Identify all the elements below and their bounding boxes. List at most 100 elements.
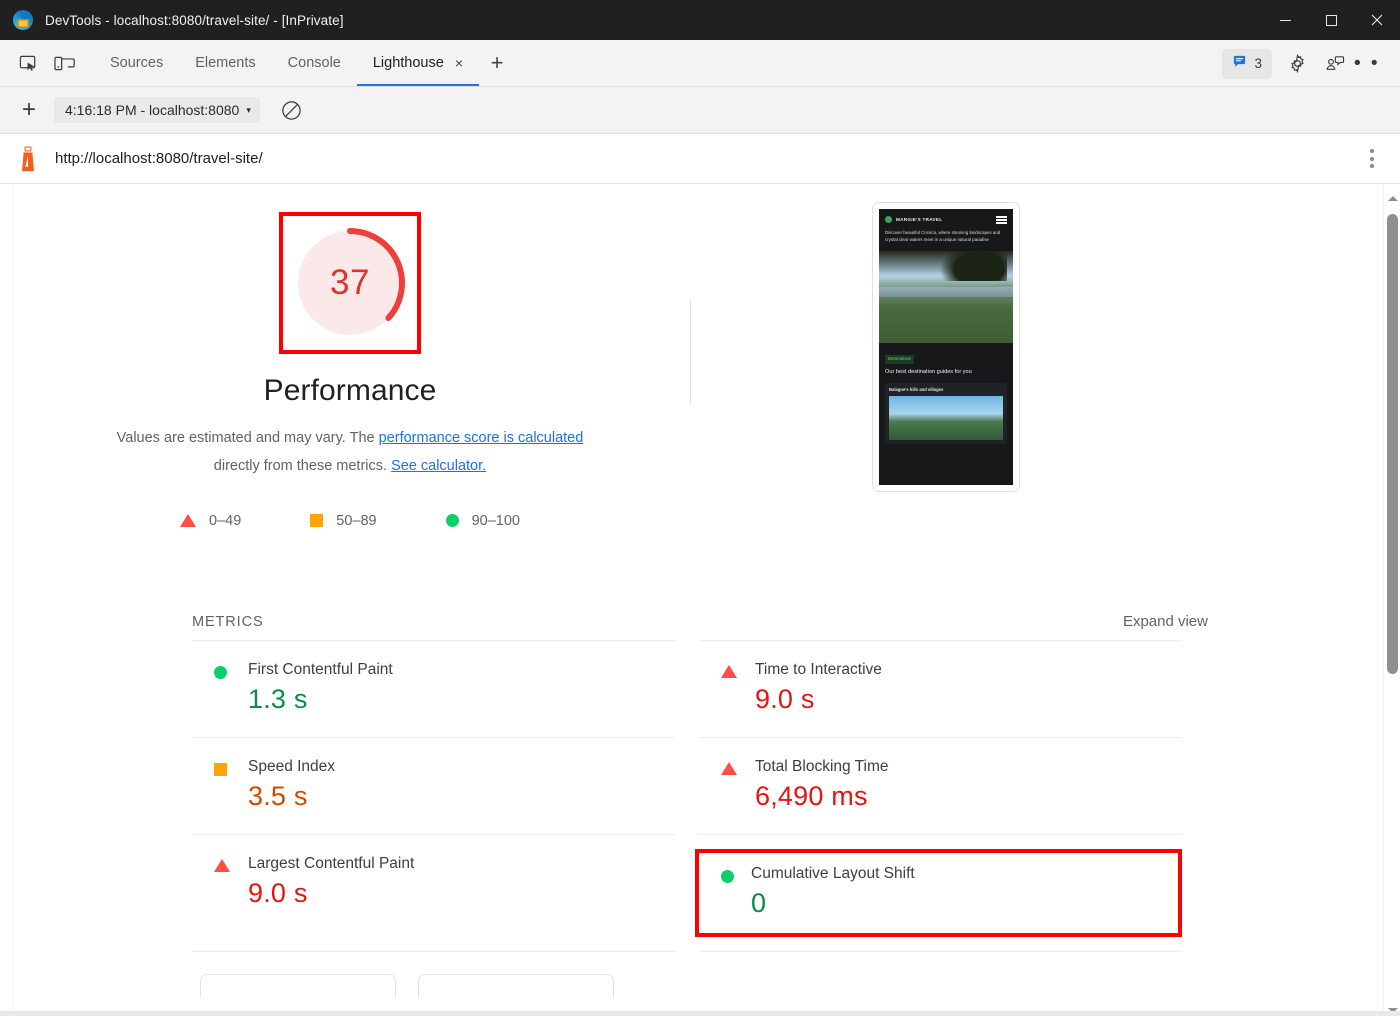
- devtools-toolbar-right: 3 • • •: [1222, 40, 1392, 87]
- thumb-logo-icon: [885, 216, 892, 223]
- inspect-element-icon[interactable]: [10, 40, 46, 86]
- metric-name: First Contentful Paint: [248, 661, 675, 679]
- lighthouse-icon: [18, 146, 38, 172]
- metric-name: Speed Index: [248, 758, 675, 776]
- window-controls: [1262, 0, 1400, 40]
- metrics-title: METRICS: [192, 614, 264, 630]
- message-bubble-icon: [1232, 54, 1247, 74]
- edge-devtools-icon: [13, 10, 33, 30]
- metric-row[interactable]: Largest Contentful Paint 9.0 s: [192, 834, 675, 931]
- messages-badge[interactable]: 3: [1222, 49, 1272, 79]
- scroll-up-arrow[interactable]: [1384, 190, 1400, 207]
- filmstrip-card[interactable]: [418, 974, 614, 998]
- metrics-section: METRICS Expand view First Contentful Pai…: [0, 613, 1400, 949]
- tab-elements-label: Elements: [195, 55, 255, 71]
- filmstrip-card[interactable]: [200, 974, 396, 998]
- circle-swatch-icon: [446, 514, 459, 527]
- metric-name: Total Blocking Time: [755, 758, 1182, 776]
- add-panel-button[interactable]: +: [479, 40, 515, 86]
- clear-all-icon[interactable]: [280, 99, 303, 122]
- messages-count: 3: [1254, 56, 1262, 71]
- devtools-tabs: Sources Elements Console Lighthouse × +: [94, 40, 515, 86]
- disclaimer-part-2: directly from these metrics.: [214, 458, 391, 474]
- metric-value: 6,490 ms: [755, 781, 1182, 812]
- legend-label-fail: 0–49: [209, 513, 241, 529]
- triangle-swatch-icon: [721, 762, 737, 775]
- close-icon[interactable]: ×: [455, 56, 463, 70]
- thumb-brand: MARGIE'S TRAVEL: [896, 216, 942, 223]
- device-toolbar-icon[interactable]: [46, 40, 82, 86]
- metrics-column-right: Time to Interactive 9.0 s Total Blocking…: [699, 640, 1182, 949]
- run-selector-value: 4:16:18 PM - localhost:8080: [65, 102, 239, 118]
- final-screenshot-section: MARGIE'S TRAVEL Discover beautiful Corsi…: [700, 208, 1400, 529]
- legend-item-fail: 0–49: [180, 513, 241, 529]
- metric-row[interactable]: First Contentful Paint 1.3 s: [192, 640, 675, 737]
- performance-gauge[interactable]: 37: [292, 225, 408, 341]
- thumb-nav: MARGIE'S TRAVEL: [879, 209, 1013, 228]
- report-scroll-area: 37 Performance Values are estimated and …: [0, 184, 1400, 1016]
- performance-score-link[interactable]: performance score is calculated: [379, 430, 584, 446]
- metric-row-highlighted[interactable]: Cumulative Layout Shift 0: [699, 834, 1182, 949]
- triangle-swatch-icon: [721, 665, 737, 678]
- see-calculator-link[interactable]: See calculator.: [391, 458, 486, 474]
- square-swatch-icon: [310, 514, 323, 527]
- run-selector[interactable]: 4:16:18 PM - localhost:8080 ▾: [54, 97, 260, 123]
- thumb-card-title: Balagne's hills and villages: [889, 387, 1003, 394]
- metrics-header: METRICS Expand view: [192, 613, 1208, 640]
- window-title: DevTools - localhost:8080/travel-site/ -…: [45, 13, 344, 28]
- metric-value: 9.0 s: [755, 684, 1182, 715]
- thumb-card-image: [889, 396, 1003, 440]
- metric-value: 1.3 s: [248, 684, 675, 715]
- metrics-column-left: First Contentful Paint 1.3 s Speed Index…: [192, 640, 675, 949]
- report-hero: 37 Performance Values are estimated and …: [0, 184, 1400, 529]
- tab-lighthouse[interactable]: Lighthouse ×: [357, 40, 479, 86]
- metric-row[interactable]: Speed Index 3.5 s: [192, 737, 675, 834]
- kebab-menu-icon[interactable]: [1370, 149, 1374, 168]
- square-swatch-icon: [214, 763, 227, 776]
- legend-label-pass: 90–100: [472, 513, 520, 529]
- metric-name: Largest Contentful Paint: [248, 855, 675, 873]
- triangle-swatch-icon: [180, 514, 196, 527]
- thumb-section-chip: Destinations: [885, 355, 914, 365]
- thumb-section-heading: Our best destination guides for you: [885, 368, 1007, 377]
- tab-console[interactable]: Console: [272, 40, 357, 86]
- legend-item-pass: 90–100: [446, 513, 520, 529]
- legend-label-average: 50–89: [336, 513, 376, 529]
- tab-elements[interactable]: Elements: [179, 40, 271, 86]
- thumb-tagline: Discover beautiful Corsica, where stunni…: [879, 228, 1013, 251]
- circle-swatch-icon: [214, 666, 227, 679]
- new-audit-button[interactable]: +: [12, 96, 46, 124]
- tab-sources[interactable]: Sources: [94, 40, 179, 86]
- metric-value: 9.0 s: [248, 878, 675, 909]
- gear-icon[interactable]: [1278, 45, 1316, 83]
- tab-console-label: Console: [288, 55, 341, 71]
- devtools-tabstrip: Sources Elements Console Lighthouse × + …: [0, 40, 1400, 87]
- next-section-partial: [0, 951, 1400, 998]
- window-titlebar: DevTools - localhost:8080/travel-site/ -…: [0, 0, 1400, 40]
- maximize-button[interactable]: [1308, 0, 1354, 40]
- scrollbar-thumb[interactable]: [1387, 214, 1398, 674]
- feedback-person-icon[interactable]: [1316, 45, 1354, 83]
- score-legend: 0–49 50–89 90–100: [180, 513, 520, 529]
- performance-score-highlight: 37: [279, 212, 421, 354]
- expand-view-toggle[interactable]: Expand view: [1123, 613, 1208, 630]
- metric-row[interactable]: Total Blocking Time 6,490 ms: [699, 737, 1182, 834]
- thumb-destinations-section: Destinations Our best destination guides…: [879, 343, 1013, 445]
- filmstrip-left: [192, 951, 675, 998]
- minimize-button[interactable]: [1262, 0, 1308, 40]
- final-screenshot-frame[interactable]: MARGIE'S TRAVEL Discover beautiful Corsi…: [872, 202, 1020, 492]
- report-url: http://localhost:8080/travel-site/: [55, 150, 263, 167]
- triangle-swatch-icon: [214, 859, 230, 872]
- performance-score-value: 37: [292, 225, 408, 341]
- report-urlbar: http://localhost:8080/travel-site/: [0, 134, 1400, 184]
- vertical-scrollbar[interactable]: [1383, 184, 1400, 1016]
- score-disclaimer: Values are estimated and may vary. The p…: [115, 424, 585, 481]
- chevron-down-icon: ▾: [246, 105, 251, 116]
- tab-sources-label: Sources: [110, 55, 163, 71]
- metric-value: 3.5 s: [248, 781, 675, 812]
- metric-row[interactable]: Time to Interactive 9.0 s: [699, 640, 1182, 737]
- close-button[interactable]: [1354, 0, 1400, 40]
- legend-item-average: 50–89: [310, 513, 376, 529]
- more-horizontal-icon[interactable]: • • •: [1354, 45, 1392, 83]
- metric-name: Cumulative Layout Shift: [751, 865, 1178, 883]
